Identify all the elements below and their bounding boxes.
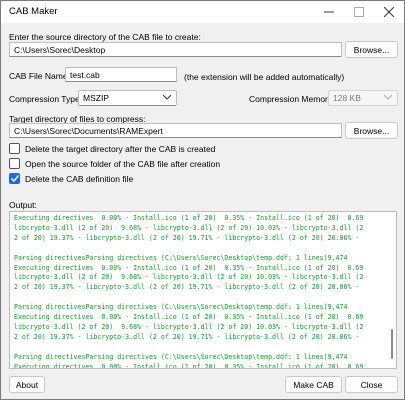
chevron-down-icon xyxy=(384,95,392,100)
compression-type-select[interactable]: MSZIP xyxy=(78,90,177,106)
source-browse-button[interactable]: Browse... xyxy=(345,41,398,58)
compression-memory-select[interactable]: 128 KB xyxy=(328,90,398,106)
cab-file-name-field[interactable]: test.cab xyxy=(65,67,177,82)
cab-file-name-label: CAB File Name: xyxy=(9,71,70,81)
compression-memory-label: Compression Memory: xyxy=(249,94,335,104)
option-label: Open the source folder of the CAB file a… xyxy=(25,158,221,169)
option-delete-target-dir[interactable]: Delete the target directory after the CA… xyxy=(9,142,215,155)
output-scrollbar[interactable] xyxy=(391,329,393,359)
close-window-button[interactable] xyxy=(374,1,404,23)
minimize-button[interactable] xyxy=(314,1,344,23)
target-directory-field[interactable]: C:\Users\Sorec\Documents\RAMExpert xyxy=(9,123,342,138)
output-text: Executing directives 0.00% - Install.ico… xyxy=(14,214,386,369)
cab-maker-window: CAB Maker Enter the source directory of … xyxy=(0,0,405,400)
compression-type-value: MSZIP xyxy=(83,93,109,103)
option-delete-cab-definition[interactable]: Delete the CAB definition file xyxy=(9,172,133,185)
extension-note: (the extension will be added automatical… xyxy=(184,72,345,82)
make-cab-button[interactable]: Make CAB xyxy=(285,376,342,393)
output-line: Parsing directivesParsing directives (C:… xyxy=(14,253,348,262)
checkbox[interactable] xyxy=(9,143,20,154)
minimize-icon xyxy=(324,11,334,13)
compression-type-label: Compression Type: xyxy=(9,94,83,104)
close-button[interactable]: Close xyxy=(345,376,398,393)
output-line: 2 of 20) 19.37% - libcrypto-3.dll (2 of … xyxy=(14,332,360,341)
compression-memory-value: 128 KB xyxy=(333,93,361,103)
output-label: Output: xyxy=(9,200,37,210)
option-open-source-folder[interactable]: Open the source folder of the CAB file a… xyxy=(9,157,220,170)
output-line: Executing directives 0.00% - Install.ico… xyxy=(14,263,364,272)
checkmark-icon xyxy=(10,175,19,182)
checkbox[interactable] xyxy=(9,158,20,169)
checkbox[interactable] xyxy=(9,173,20,184)
option-label: Delete the CAB definition file xyxy=(25,173,134,184)
output-line: Executing directives 0.00% - Install.ico… xyxy=(14,313,364,322)
about-button[interactable]: About xyxy=(9,376,45,393)
output-line: 2 of 20) 19.37% - libcrypto-3.dll (2 of … xyxy=(14,233,360,242)
output-line: Executing directives 0.00% - Install.ico… xyxy=(14,362,364,369)
chevron-down-icon xyxy=(163,95,171,100)
output-area[interactable]: Executing directives 0.00% - Install.ico… xyxy=(9,211,397,369)
source-directory-label: Enter the source directory of the CAB fi… xyxy=(9,32,201,42)
title-bar: CAB Maker xyxy=(1,1,404,23)
source-directory-field[interactable]: C:\Users\Sorec\Desktop xyxy=(9,42,342,57)
output-line: libcrypto-3.dll (2 of 20) 9.68% - libcry… xyxy=(14,273,364,282)
output-line: libcrypto-3.dll (2 of 20) 9.68% - libcry… xyxy=(14,322,364,331)
maximize-button[interactable] xyxy=(344,1,374,23)
target-browse-button[interactable]: Browse... xyxy=(345,122,398,139)
output-line: libcrypto-3.dll (2 of 20) 9.68% - libcry… xyxy=(14,223,364,232)
output-line: 2 of 20) 19.37% - libcrypto-3.dll (2 of … xyxy=(14,283,360,292)
window-title: CAB Maker xyxy=(9,6,58,17)
maximize-icon xyxy=(354,7,364,17)
close-icon xyxy=(384,7,394,17)
output-line: Parsing directivesParsing directives (C:… xyxy=(14,352,348,361)
output-line: Executing directives 0.00% - Install.ico… xyxy=(14,214,364,222)
output-line: Parsing directivesParsing directives (C:… xyxy=(14,303,348,312)
option-label: Delete the target directory after the CA… xyxy=(25,143,216,154)
